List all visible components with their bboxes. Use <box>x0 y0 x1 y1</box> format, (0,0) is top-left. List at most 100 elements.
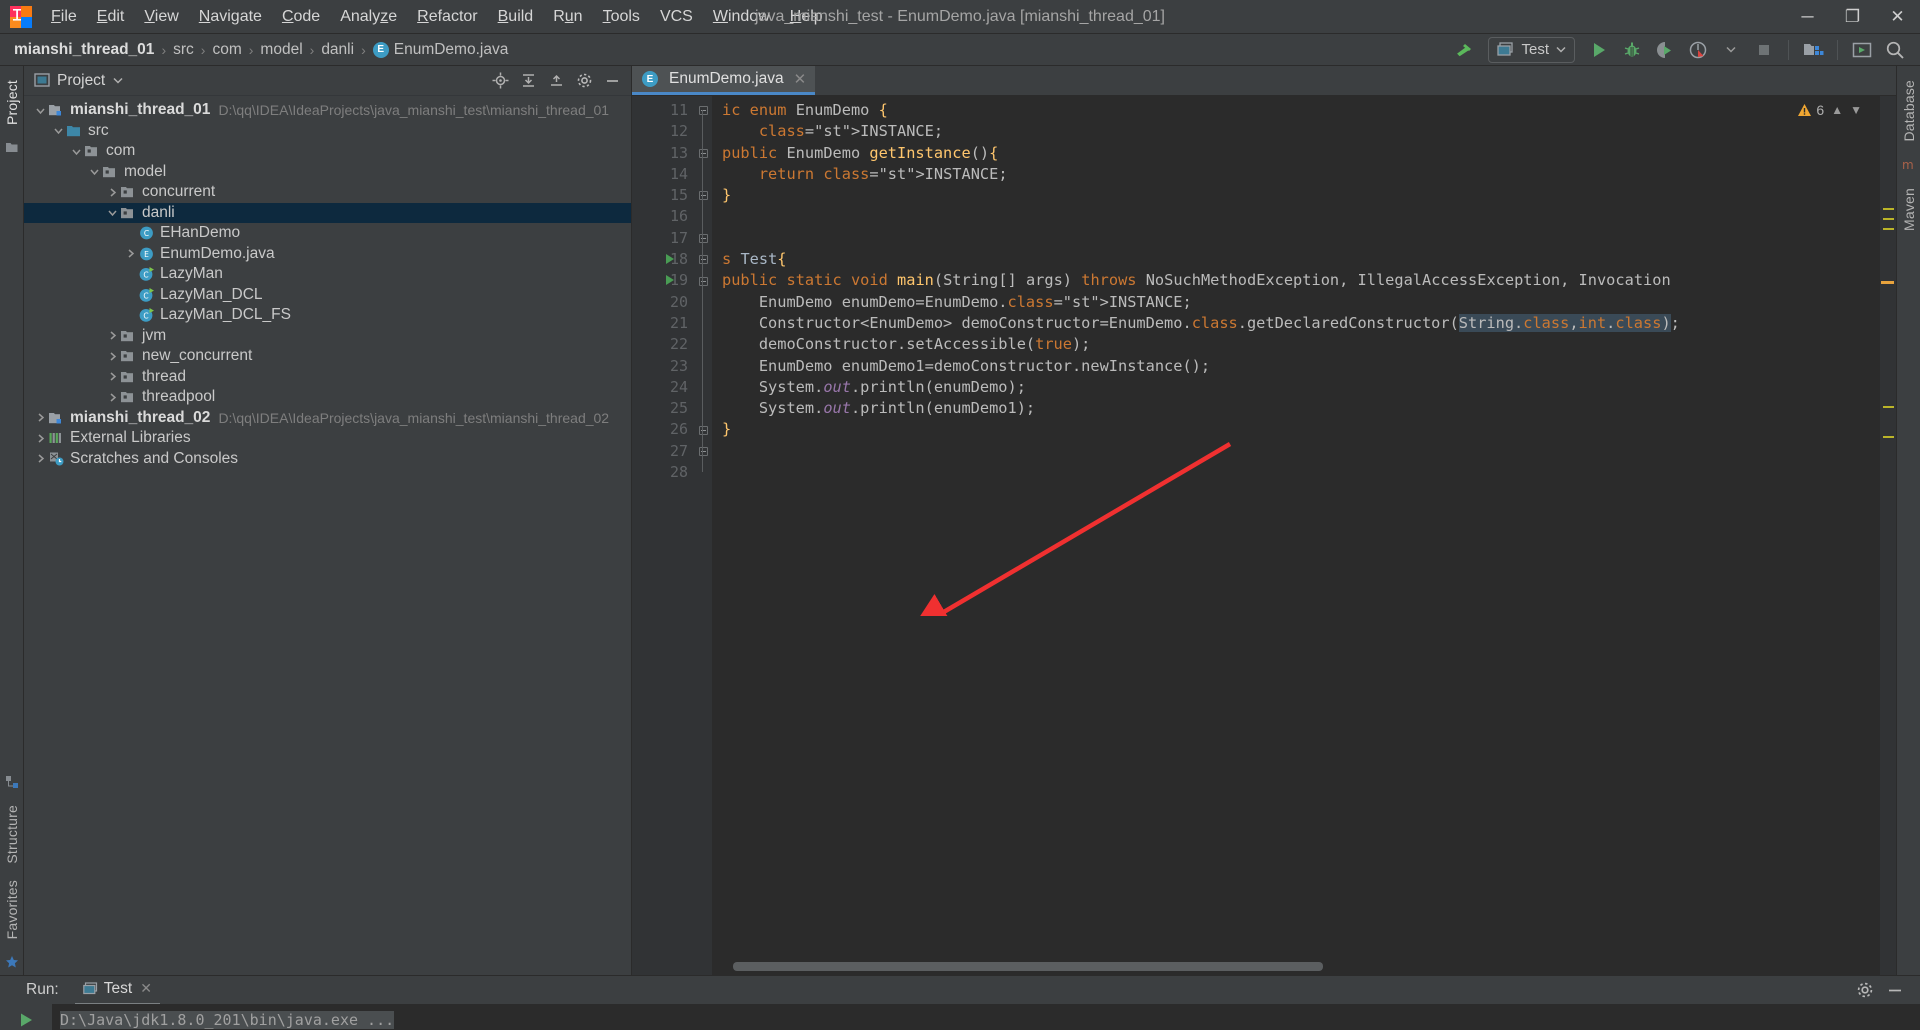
menu-item-edit[interactable]: Edit <box>88 4 134 30</box>
project-structure-button[interactable] <box>1798 37 1828 63</box>
code-line[interactable] <box>712 206 1880 227</box>
breadcrumb-item-src[interactable]: src <box>173 41 194 59</box>
fold-marker[interactable] <box>694 228 712 249</box>
code-line[interactable]: public static void main(String[] args) t… <box>712 270 1880 291</box>
project-folder-icon[interactable] <box>5 141 19 153</box>
menu-item-vcs[interactable]: VCS <box>651 4 702 30</box>
structure-strip-icon[interactable] <box>5 775 19 789</box>
line-number[interactable]: 27 <box>632 441 694 462</box>
stop-button[interactable] <box>1749 37 1779 63</box>
tree-node-lazyman-dcl-fs[interactable]: C LazyMan_DCL_FS <box>24 305 631 326</box>
close-button[interactable]: ✕ <box>1875 0 1920 34</box>
window-controls[interactable]: ─ ❐ ✕ <box>1785 0 1920 34</box>
chevron-right-icon[interactable] <box>32 453 48 464</box>
line-number[interactable]: 19 <box>632 270 694 291</box>
line-number[interactable]: 12 <box>632 121 694 142</box>
code-line[interactable]: } <box>712 419 1880 440</box>
menu-item-code[interactable]: Code <box>273 4 329 30</box>
sidebar-tab-maven[interactable]: Maven <box>1898 180 1920 239</box>
run-tab-test[interactable]: Test ✕ <box>74 976 160 1005</box>
chevron-down-icon[interactable] <box>50 125 66 136</box>
line-number[interactable]: 23 <box>632 356 694 377</box>
tree-node-ehandemo[interactable]: C EHanDemo <box>24 223 631 244</box>
fold-marker[interactable] <box>694 100 712 121</box>
code-line[interactable]: demoConstructor.setAccessible(true); <box>712 334 1880 355</box>
tree-node-threadpool[interactable]: threadpool <box>24 387 631 408</box>
code-line[interactable]: EnumDemo enumDemo1=demoConstructor.newIn… <box>712 356 1880 377</box>
fold-marker[interactable] <box>694 441 712 462</box>
debug-button[interactable] <box>1617 37 1647 63</box>
line-number[interactable]: 15 <box>632 185 694 206</box>
menu-item-window[interactable]: Window <box>704 4 779 30</box>
fold-marker[interactable] <box>694 143 712 164</box>
line-number[interactable]: 24 <box>632 377 694 398</box>
sidebar-tab-favorites[interactable]: Favorites <box>1 872 23 947</box>
menu-item-tools[interactable]: Tools <box>594 4 649 30</box>
profile-button[interactable] <box>1683 37 1713 63</box>
breadcrumb-item-com[interactable]: com <box>212 41 241 59</box>
tree-node-enumdemo-java[interactable]: E EnumDemo.java <box>24 244 631 265</box>
code-line[interactable] <box>712 441 1880 462</box>
code-folding-column[interactable] <box>694 96 712 975</box>
run-settings-button[interactable] <box>1852 978 1878 1002</box>
line-number-gutter[interactable]: 11 12 13 14 15 16 17 18 19 20 21 22 23 24 25 26 27 28 <box>632 96 694 975</box>
chevron-right-icon[interactable] <box>32 412 48 423</box>
left-tool-strip[interactable]: Project Structure Favorites <box>0 66 24 975</box>
editor-tab-enumdemo[interactable]: E EnumDemo.java ✕ <box>632 66 816 95</box>
tree-node-scratches-and-consoles[interactable]: Scratches and Consoles <box>24 449 631 470</box>
fold-marker[interactable] <box>694 249 712 270</box>
fold-marker[interactable] <box>694 419 712 440</box>
breadcrumb-item-danli[interactable]: danli <box>321 41 354 59</box>
code-line[interactable] <box>712 462 1880 483</box>
code-line[interactable]: class="st">INSTANCE; <box>712 121 1880 142</box>
sidebar-tab-database[interactable]: Database <box>1898 72 1920 150</box>
line-number[interactable]: 28 <box>632 462 694 483</box>
chevron-right-icon[interactable] <box>32 433 48 444</box>
code-line[interactable]: System.out.println(enumDemo); <box>712 377 1880 398</box>
chevron-right-icon[interactable] <box>104 371 120 382</box>
tree-node-concurrent[interactable]: concurrent <box>24 182 631 203</box>
maximize-button[interactable]: ❐ <box>1830 0 1875 34</box>
rerun-button[interactable] <box>12 1008 40 1030</box>
chevron-down-icon[interactable] <box>86 166 102 177</box>
editor-tab-bar[interactable]: E EnumDemo.java ✕ <box>632 66 1896 96</box>
maven-icon[interactable]: m <box>1902 158 1916 172</box>
menu-item-build[interactable]: Build <box>489 4 543 30</box>
tree-node-mianshi-thread-02[interactable]: mianshi_thread_02 D:\qq\IDEA\IdeaProjects… <box>24 408 631 429</box>
tree-node-src[interactable]: src <box>24 121 631 142</box>
editor-tab-close-icon[interactable]: ✕ <box>794 70 807 88</box>
favorites-star-icon[interactable] <box>5 955 19 969</box>
inspection-down-icon[interactable]: ▼ <box>1850 103 1862 117</box>
code-line[interactable]: EnumDemo enumDemo=EnumDemo.class="st">IN… <box>712 292 1880 313</box>
run-gutter-icon[interactable] <box>666 275 674 286</box>
code-line[interactable]: public EnumDemo getInstance(){ <box>712 143 1880 164</box>
tree-node-thread[interactable]: thread <box>24 367 631 388</box>
menu-item-file[interactable]: File <box>42 4 86 30</box>
menu-item-analyze[interactable]: Analyze <box>331 4 406 30</box>
line-number[interactable]: 26 <box>632 419 694 440</box>
tree-node-danli[interactable]: danli <box>24 202 631 223</box>
hide-panel-button[interactable] <box>599 69 625 93</box>
chevron-down-icon[interactable] <box>32 105 48 116</box>
run-console-output[interactable]: D:\Java\jdk1.8.0_201\bin\java.exe ... +E… <box>52 1004 1920 1030</box>
chevron-right-icon[interactable] <box>104 351 120 362</box>
tree-node-model[interactable]: model <box>24 162 631 183</box>
editor-body[interactable]: 11 12 13 14 15 16 17 18 19 20 21 22 23 24 25 26 27 28 ic … <box>632 96 1896 975</box>
breadcrumb-item-project[interactable]: mianshi_thread_01 <box>14 41 154 59</box>
profile-dropdown-icon[interactable] <box>1716 37 1746 63</box>
run-panel-actions[interactable] <box>1852 978 1920 1002</box>
chevron-down-icon[interactable] <box>68 146 84 157</box>
tree-node-new-concurrent[interactable]: new_concurrent <box>24 346 631 367</box>
chevron-right-icon[interactable] <box>104 187 120 198</box>
code-line[interactable]: s Test{ <box>712 249 1880 270</box>
line-number[interactable]: 25 <box>632 398 694 419</box>
code-line[interactable] <box>712 228 1880 249</box>
menu-item-refactor[interactable]: Refactor <box>408 4 486 30</box>
project-tree[interactable]: mianshi_thread_01 D:\qq\IDEA\IdeaProjects… <box>24 96 631 975</box>
chevron-right-icon[interactable] <box>104 330 120 341</box>
inspection-up-icon[interactable]: ▲ <box>1831 103 1843 117</box>
project-settings-button[interactable] <box>571 69 597 93</box>
breadcrumb-item-model[interactable]: model <box>260 41 302 59</box>
right-tool-strip[interactable]: Database m Maven <box>1896 66 1920 975</box>
chevron-right-icon[interactable] <box>122 248 138 259</box>
